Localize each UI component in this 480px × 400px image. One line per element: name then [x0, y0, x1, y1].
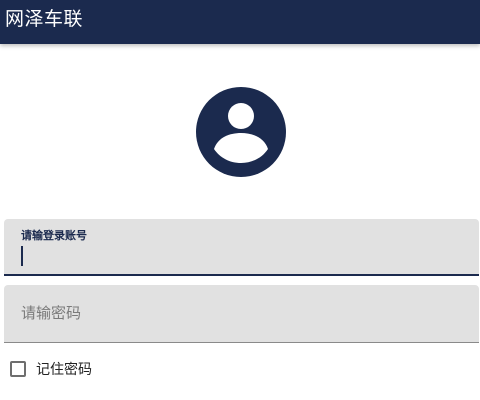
- account-field[interactable]: 请输登录账号: [4, 219, 479, 276]
- password-input[interactable]: [21, 302, 461, 324]
- account-circle-icon: [196, 87, 286, 177]
- account-field-label: 请输登录账号: [21, 229, 87, 242]
- remember-password-row[interactable]: 记住密码: [10, 359, 92, 379]
- app-bar: 网泽车联: [0, 0, 480, 44]
- app-title: 网泽车联: [5, 8, 84, 30]
- remember-password-label[interactable]: 记住密码: [36, 359, 92, 379]
- password-field[interactable]: [4, 285, 479, 343]
- remember-password-checkbox[interactable]: [10, 361, 26, 377]
- account-input[interactable]: [21, 246, 461, 268]
